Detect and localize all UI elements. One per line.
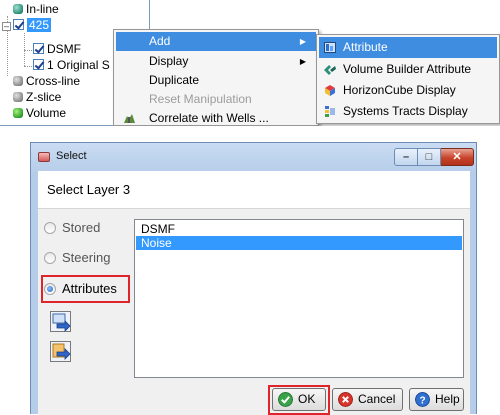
context-menu: Add ▶ Display ▶ Duplicate Reset Manipula… (113, 29, 319, 126)
horizoncube-icon (325, 85, 335, 96)
minimize-button[interactable]: – (394, 148, 418, 166)
radio-steering[interactable]: Steering (44, 249, 110, 267)
cancel-icon (338, 392, 353, 407)
submenu-arrow-icon: ▶ (299, 57, 306, 66)
scene-tree-panel: In-line –425 DSMF 1 Original S Cross-lin… (0, 0, 500, 126)
wells-icon (124, 114, 135, 123)
tree-item-dsmf[interactable]: DSMF (33, 42, 81, 57)
menu-item-reset-manipulation[interactable]: Reset Manipulation (116, 90, 316, 109)
menu-item-add[interactable]: Add ▶ (116, 32, 316, 51)
submenu-arrow-icon: ▶ (299, 37, 306, 46)
export-icon (52, 343, 71, 360)
dialog-titlebar[interactable]: Select – □ ✕ (31, 143, 476, 171)
tree-item-inline[interactable]: In-line (13, 2, 59, 17)
radio-stored[interactable]: Stored (44, 219, 100, 237)
menu-item-correlate-wells[interactable]: Correlate with Wells ... (116, 109, 316, 126)
menu-item-duplicate[interactable]: Duplicate (116, 71, 316, 90)
tree-item-volume[interactable]: Volume (13, 106, 66, 121)
radio-indicator (44, 222, 56, 234)
checkbox-original[interactable] (33, 59, 44, 70)
list-item[interactable]: Noise (136, 236, 462, 250)
dialog-body: Select Layer 3 Stored Steering Attribute… (38, 171, 470, 415)
systems-tracts-icon (325, 106, 335, 117)
inline-icon (13, 4, 23, 14)
help-icon: ? (415, 392, 430, 407)
menu-item-display[interactable]: Display ▶ (116, 52, 316, 71)
collapse-icon[interactable]: – (2, 22, 11, 31)
export-attributes-button[interactable] (50, 341, 71, 362)
volume-builder-icon (324, 65, 336, 75)
checkbox-425[interactable] (13, 19, 24, 30)
tree-connector (24, 66, 32, 67)
highlight-box-attributes (41, 275, 130, 303)
svg-text:?: ? (419, 395, 425, 406)
tree-item-crossline[interactable]: Cross-line (13, 74, 80, 89)
help-button[interactable]: ? Help (409, 388, 464, 411)
select-dialog: Select – □ ✕ Select Layer 3 Stored Steer… (30, 142, 477, 415)
close-icon: ✕ (452, 151, 462, 163)
highlight-box-ok (268, 385, 330, 415)
tree-item-425[interactable]: –425 (2, 18, 52, 33)
submenu-item-systems-tracts[interactable]: Systems Tracts Display (319, 101, 497, 122)
close-button[interactable]: ✕ (441, 148, 474, 166)
volume-icon (13, 108, 23, 118)
tree-item-zslice[interactable]: Z-slice (13, 90, 61, 105)
minimize-icon: – (402, 151, 410, 163)
add-submenu: Attribute Volume Builder Attribute Horiz… (316, 34, 500, 124)
tree-connector (24, 50, 32, 51)
attribute-list[interactable]: DSMF Noise (134, 219, 464, 378)
cancel-button[interactable]: Cancel (332, 388, 403, 411)
maximize-icon: □ (425, 151, 433, 163)
dialog-header: Select Layer 3 (38, 171, 470, 209)
zslice-icon (13, 92, 23, 102)
dialog-app-icon (38, 152, 50, 162)
layer-title: Select Layer 3 (47, 182, 131, 197)
import-icon (52, 313, 71, 332)
submenu-item-horizoncube[interactable]: HorizonCube Display (319, 80, 497, 101)
tree-item-original[interactable]: 1 Original S (33, 58, 110, 73)
submenu-item-attribute[interactable]: Attribute (319, 37, 497, 58)
attribute-icon (324, 42, 336, 53)
dialog-title: Select (56, 150, 87, 162)
maximize-button[interactable]: □ (418, 148, 441, 166)
crossline-icon (13, 76, 23, 86)
import-attributes-button[interactable] (50, 311, 71, 332)
radio-indicator (44, 252, 56, 264)
submenu-item-volume-builder[interactable]: Volume Builder Attribute (319, 59, 497, 80)
list-item[interactable]: DSMF (136, 222, 462, 236)
checkbox-dsmf[interactable] (33, 43, 44, 54)
